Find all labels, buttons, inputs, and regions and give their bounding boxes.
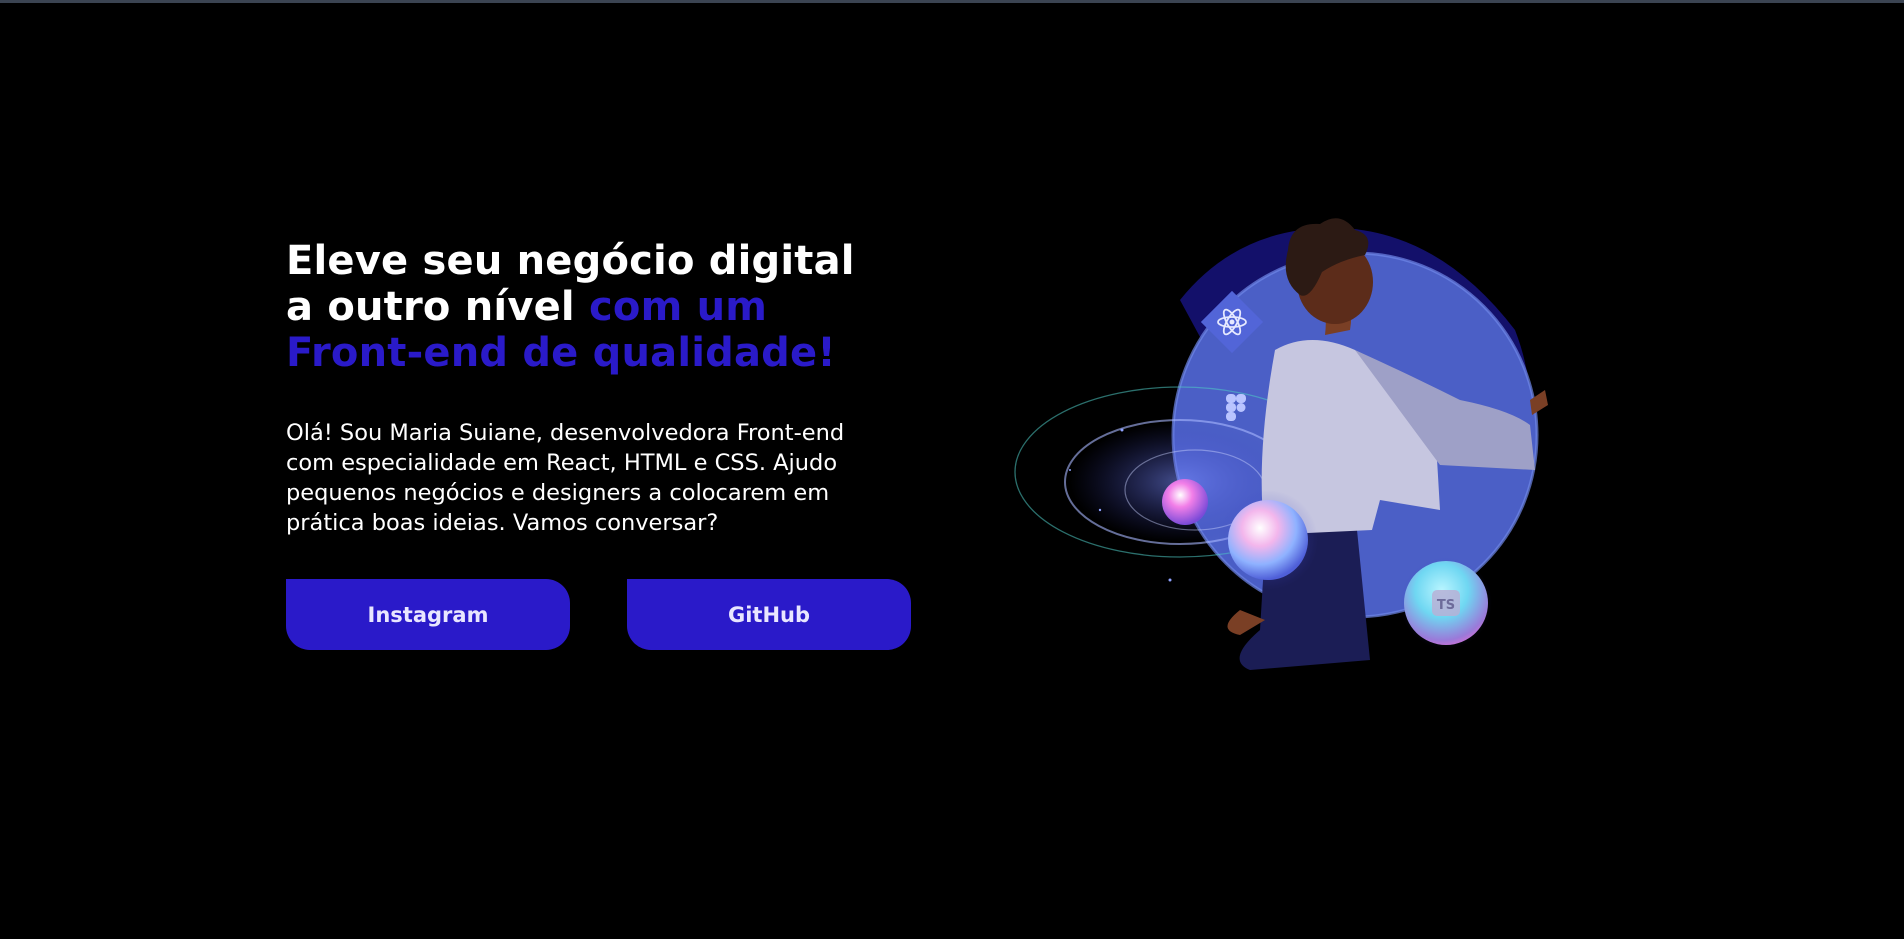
headline-line-2-accent: com um — [588, 284, 768, 330]
hero-headline: Eleve seu negócio digital a outro nível … — [286, 238, 926, 376]
headline-line-2-white: a outro nível — [286, 284, 575, 330]
headline-line-1: Eleve seu negócio digital — [286, 238, 855, 284]
instagram-button[interactable]: Instagram — [286, 579, 570, 650]
typescript-icon: TS — [1400, 557, 1492, 649]
intro-line-1: Olá! Sou Maria Suiane, desenvolvedora Fr… — [286, 420, 845, 446]
github-button[interactable]: GitHub — [627, 579, 911, 650]
headline-line-3-accent: Front-end de qualidade! — [286, 330, 836, 376]
hero-illustration: TS — [1010, 210, 1570, 680]
cta-buttons: Instagram GitHub — [286, 579, 911, 650]
small-sphere — [1162, 479, 1208, 525]
browser-top-border — [0, 0, 1904, 3]
intro-paragraph: Olá! Sou Maria Suiane, desenvolvedora Fr… — [286, 418, 906, 538]
intro-line-3: pequenos negócios e designers a colocare… — [286, 480, 830, 506]
hero-section: Eleve seu negócio digital a outro nível … — [286, 238, 926, 538]
developer-illustration: TS — [1014, 218, 1548, 670]
intro-line-4: prática boas ideias. Vamos conversar? — [286, 510, 719, 536]
ts-badge-text: TS — [1437, 598, 1455, 613]
intro-line-2: com especialidade em React, HTML e CSS. … — [286, 450, 838, 476]
large-sphere — [1228, 500, 1308, 580]
